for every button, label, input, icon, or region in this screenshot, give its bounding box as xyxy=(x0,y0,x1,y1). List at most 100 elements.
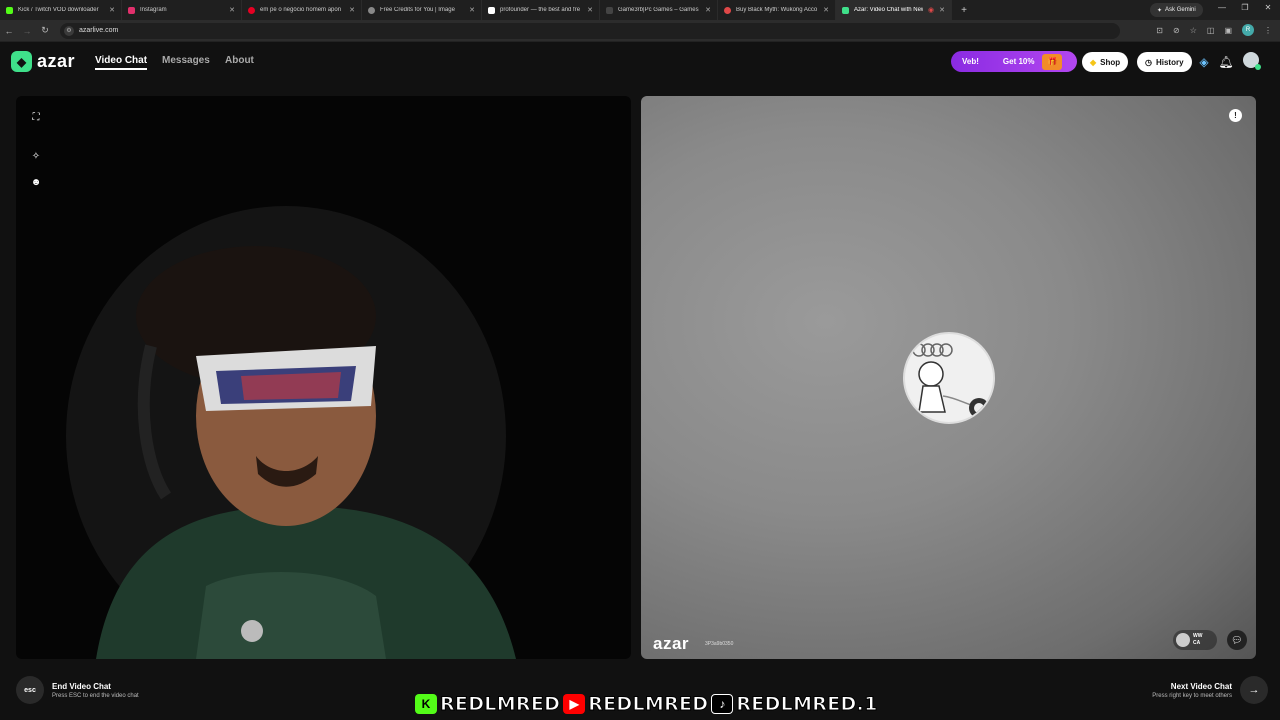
bell-icon[interactable]: 🔔︎ xyxy=(1218,54,1234,70)
close-tab-icon[interactable]: ✕ xyxy=(469,6,475,14)
tab-title: Free Credits for You | Image xyxy=(380,7,455,13)
tab-title: Kick / Twitch VOD downloader xyxy=(18,7,99,13)
tab-kick-downloader[interactable]: Kick / Twitch VOD downloader ✕ xyxy=(0,0,122,20)
url-text: azarlive.com xyxy=(79,27,119,34)
instagram-favicon-icon xyxy=(128,6,135,14)
next-chat-title: Next Video Chat xyxy=(1170,681,1232,691)
close-tab-icon[interactable]: ✕ xyxy=(109,6,115,14)
menu-kebab-icon[interactable]: ⋮ xyxy=(1264,26,1272,35)
tab-title: profounder — the best and fre xyxy=(500,7,581,13)
close-tab-icon[interactable]: ✕ xyxy=(705,6,711,14)
esc-button[interactable]: esc xyxy=(16,676,44,704)
close-tab-icon[interactable]: ✕ xyxy=(229,6,235,14)
forward-icon[interactable]: → xyxy=(18,26,36,36)
close-tab-icon[interactable]: ✕ xyxy=(587,6,593,14)
nav-video-chat[interactable]: Video Chat xyxy=(95,55,148,70)
nav-about[interactable]: About xyxy=(225,55,254,66)
bookmark-star-icon[interactable]: ☆ xyxy=(1190,26,1197,35)
tab-title: Azar: Video Chat with New xyxy=(854,7,924,13)
shop-favicon-icon xyxy=(724,6,731,14)
eye-off-icon[interactable]: ⊘ xyxy=(1173,26,1180,35)
fullscreen-icon[interactable]: ⛶ xyxy=(30,111,42,123)
site-info-icon[interactable]: ⚙ xyxy=(64,25,74,36)
tab-title: Game3rb|Pc Games – Games Cr xyxy=(618,7,701,13)
azar-logo-icon: ◆ xyxy=(11,51,32,72)
new-tab-button[interactable]: + xyxy=(956,5,972,16)
user-avatar[interactable] xyxy=(1243,52,1261,70)
shop-label: Shop xyxy=(1100,57,1121,67)
reload-icon[interactable]: ↻ xyxy=(36,25,54,36)
tab-black-myth[interactable]: Buy Black Myth: Wukong Acco ✕ xyxy=(718,0,836,20)
tab-free-credits[interactable]: Free Credits for You | Image ✕ xyxy=(362,0,482,20)
report-shield-icon[interactable]: ! xyxy=(1229,109,1242,122)
url-input[interactable]: ⚙ azarlive.com xyxy=(60,22,1120,39)
restore-icon[interactable]: ❐ xyxy=(1235,3,1255,12)
peer-name: WW xyxy=(1193,633,1203,639)
back-icon[interactable]: ← xyxy=(0,26,18,36)
ask-gemini-label: Ask Gemini xyxy=(1165,7,1196,13)
shop-button[interactable]: ◆ Shop xyxy=(1082,52,1129,72)
close-tab-icon[interactable]: ✕ xyxy=(823,6,829,14)
game3rb-favicon-icon xyxy=(606,6,613,14)
kick-icon: K xyxy=(415,694,437,714)
sparkle-icon: ✦ xyxy=(1157,7,1163,14)
tab-game3rb[interactable]: Game3rb|Pc Games – Games Cr ✕ xyxy=(600,0,718,20)
globe-favicon-icon xyxy=(368,6,375,14)
next-arrow-button[interactable]: → xyxy=(1240,676,1268,704)
profile-avatar[interactable]: R xyxy=(1242,24,1254,36)
tab-instagram[interactable]: Instagram ✕ xyxy=(122,0,242,20)
self-video-panel: ⛶ ✧ ☻ xyxy=(16,96,631,659)
face-filter-icon[interactable]: ☻ xyxy=(30,176,42,188)
tab-pinterest[interactable]: em pé o negócio homem apon ✕ xyxy=(242,0,362,20)
youtube-handle: REDLMRED xyxy=(588,693,709,716)
peer-profile-card[interactable]: WW CA xyxy=(1173,630,1217,650)
youtube-icon: ▶ xyxy=(563,694,586,714)
promo-right-text: Get 10% xyxy=(1002,57,1035,66)
close-window-icon[interactable]: ✕ xyxy=(1258,3,1278,12)
gem-icon: ◆ xyxy=(1090,57,1097,67)
profounder-favicon-icon xyxy=(488,6,495,14)
browser-tab-strip: Kick / Twitch VOD downloader ✕ Instagram… xyxy=(0,0,1280,20)
azar-logo[interactable]: ◆ azar xyxy=(11,51,75,72)
split-view-icon[interactable]: ▣ xyxy=(1224,26,1232,35)
kick-favicon-icon xyxy=(6,6,13,14)
recording-icon: ◉ xyxy=(928,7,935,14)
end-chat-control: esc End Video Chat Press ESC to end the … xyxy=(16,676,139,704)
ask-gemini-button[interactable]: ✦ Ask Gemini xyxy=(1150,3,1203,17)
tiktok-icon: ♪ xyxy=(711,694,734,714)
peer-video-panel: ! azar 3P3a9b0350 WW CA 💬︎ xyxy=(641,96,1256,659)
app-header: ◆ azar Video Chat Messages About Veb! Ge… xyxy=(0,42,1280,82)
magic-wand-icon[interactable]: ✧ xyxy=(30,150,42,162)
tiktok-handle: REDLMRED.1 xyxy=(736,693,878,716)
self-camera-feed xyxy=(66,206,516,659)
minimize-icon[interactable]: — xyxy=(1212,3,1232,12)
tab-profounder[interactable]: profounder — the best and fre ✕ xyxy=(482,0,600,20)
promo-banner[interactable]: Veb! Get 10% 🎁 xyxy=(951,51,1077,72)
treasure-chest-icon: 🎁 xyxy=(1042,53,1063,70)
nav-messages[interactable]: Messages xyxy=(162,55,210,66)
tab-title: Instagram xyxy=(140,7,167,13)
peer-profile-image xyxy=(903,332,995,424)
next-chat-hint: Press right key to meet others xyxy=(1152,692,1232,699)
promo-left-text: Veb! xyxy=(962,57,979,66)
chat-bubble-button[interactable]: 💬︎ xyxy=(1227,630,1247,650)
streamer-social-overlay: K REDLMRED ▶ REDLMRED ♪ REDLMRED.1 xyxy=(415,690,878,718)
clock-icon: ◷ xyxy=(1145,57,1152,67)
history-label: History xyxy=(1155,57,1184,67)
gems-balance-icon[interactable]: ◈ xyxy=(1196,54,1212,70)
end-chat-title: End Video Chat xyxy=(52,681,111,691)
install-app-icon[interactable]: ⊡ xyxy=(1156,26,1163,35)
close-tab-icon[interactable]: ✕ xyxy=(349,6,355,14)
azar-watermark: azar xyxy=(653,634,690,653)
tab-title: Buy Black Myth: Wukong Acco xyxy=(736,7,818,13)
address-bar: ← → ↻ ⚙ azarlive.com ⊡ ⊘ ☆ ◫ ▣ R ⋮ xyxy=(0,20,1280,42)
peer-avatar-thumb xyxy=(1176,633,1190,647)
azar-favicon-icon xyxy=(842,6,849,14)
tab-azar[interactable]: Azar: Video Chat with New ◉ ✕ xyxy=(836,0,952,20)
peer-id-text: 3P3a9b0350 xyxy=(705,641,734,647)
history-button[interactable]: ◷ History xyxy=(1137,52,1192,72)
close-tab-icon[interactable]: ✕ xyxy=(939,6,945,14)
logo-text: azar xyxy=(37,51,76,71)
extensions-icon[interactable]: ◫ xyxy=(1207,26,1215,35)
next-chat-control: Next Video Chat Press right key to meet … xyxy=(1152,676,1268,704)
